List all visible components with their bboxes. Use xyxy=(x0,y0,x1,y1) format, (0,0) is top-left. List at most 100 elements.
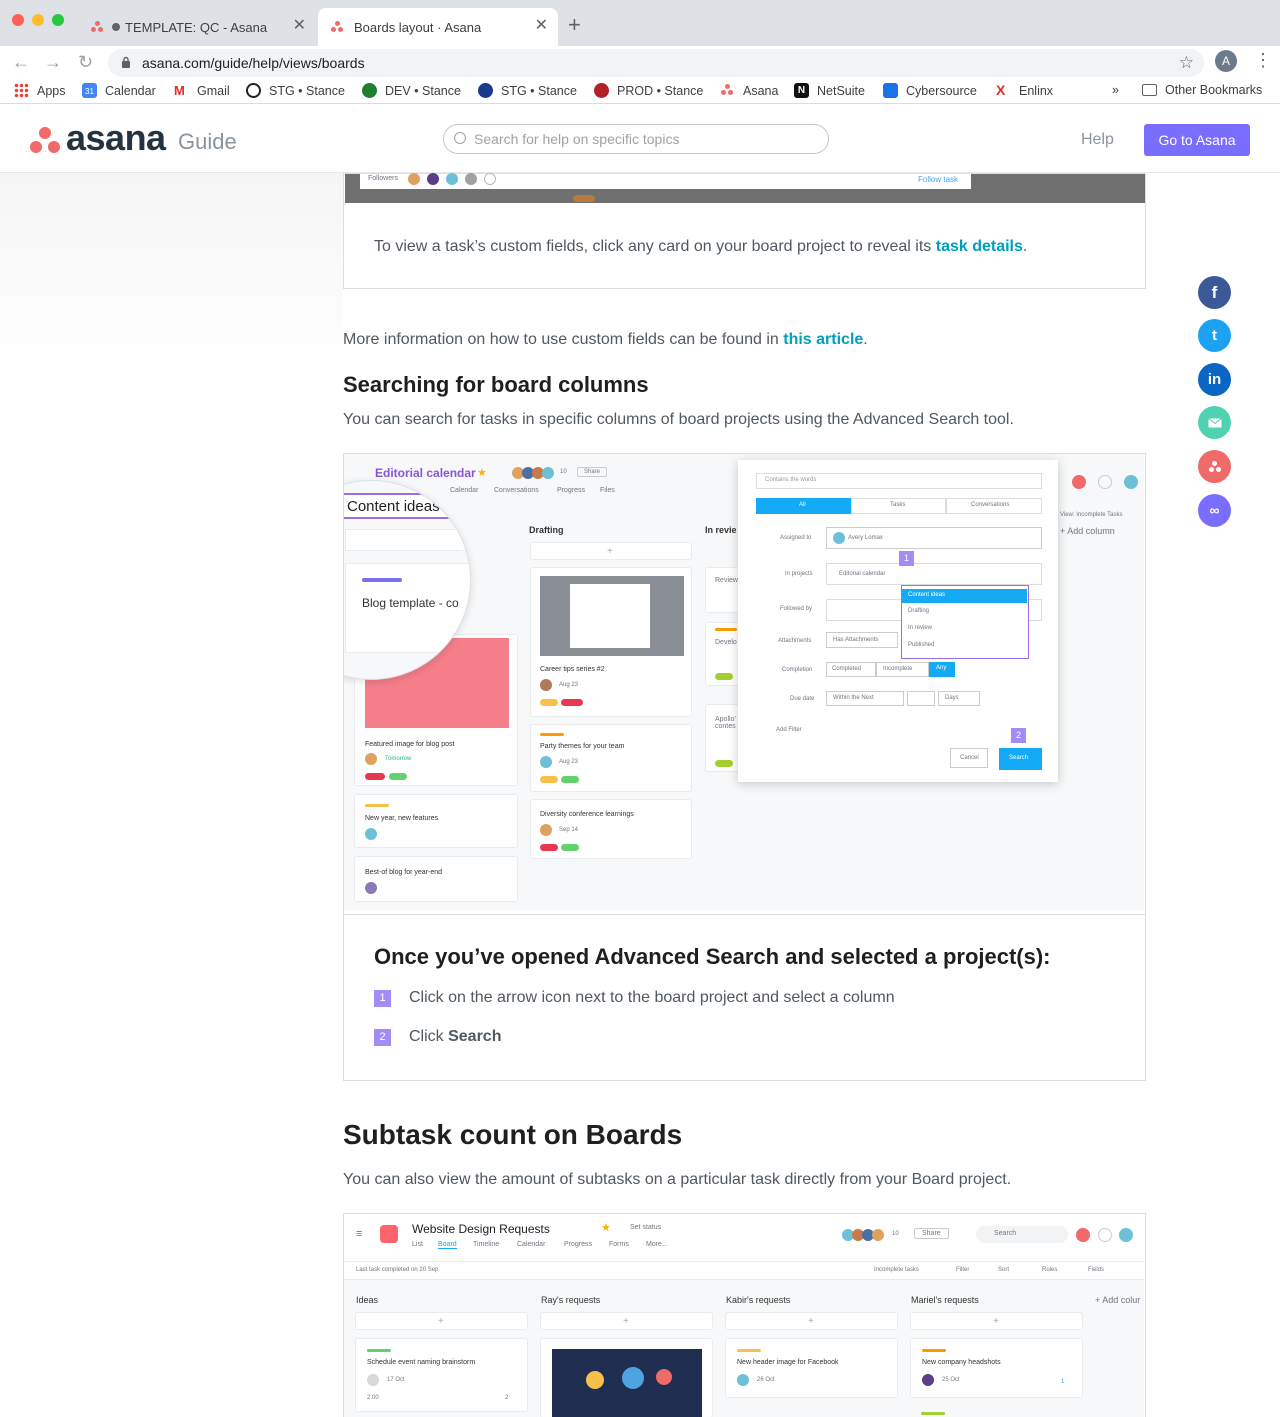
bookmark-star-icon[interactable]: ☆ xyxy=(1179,49,1194,77)
linkedin-share-icon[interactable]: in xyxy=(1198,363,1231,396)
bookmarks-overflow-button[interactable]: » xyxy=(1112,83,1119,97)
rules-button: Rules xyxy=(1042,1267,1058,1273)
sort-button: Sort xyxy=(998,1267,1010,1273)
profile-avatar[interactable]: A xyxy=(1215,50,1237,72)
board-toolbar: Last task completed on 20 Sep Incomplete… xyxy=(344,1262,1144,1280)
task-details-link[interactable]: task details xyxy=(936,238,1023,255)
bookmark-asana[interactable]: Asana xyxy=(720,83,778,98)
card-color-bar xyxy=(540,733,564,736)
add-task-row: + xyxy=(530,542,692,560)
gmail-icon: M xyxy=(174,83,185,98)
url-bar[interactable]: asana.com/guide/help/views/boards ☆ xyxy=(108,49,1204,77)
calendar-icon: 31 xyxy=(82,83,97,98)
email-share-icon[interactable] xyxy=(1198,406,1231,439)
follower-avatar xyxy=(427,173,439,185)
custom-fields-panel: Followers Follow task To view a task’s c… xyxy=(343,173,1146,289)
bookmark-cybersource[interactable]: Cybersource xyxy=(883,83,977,98)
help-link[interactable]: Help xyxy=(1081,131,1114,149)
asana-logo-icon[interactable] xyxy=(30,127,62,155)
share-button: Share xyxy=(577,467,608,477)
back-arrow-icon[interactable]: ← xyxy=(12,52,30,73)
zoom-window-button[interactable] xyxy=(52,14,64,26)
task-card: New company headshots 25 Oct 1 xyxy=(910,1338,1083,1398)
card-color-bar xyxy=(737,1349,761,1352)
asana-icon xyxy=(720,83,735,98)
facebook-share-icon[interactable]: f xyxy=(1198,276,1231,309)
bookmark-enlinx[interactable]: X Enlinx xyxy=(996,83,1053,98)
browser-tab-template-qc[interactable]: TEMPLATE: QC - Asana ✕ xyxy=(80,8,316,46)
bookmark-netsuite[interactable]: N NetSuite xyxy=(794,83,865,98)
assignee-avatar xyxy=(540,756,552,768)
bookmark-stg-stance-2[interactable]: STG • Stance xyxy=(478,83,577,98)
search-section-heading: Searching for board columns xyxy=(343,372,649,397)
project-tab: Files xyxy=(600,487,615,494)
task-title: Party themes for your team xyxy=(540,743,625,750)
forward-arrow-icon[interactable]: → xyxy=(44,52,62,73)
bookmark-stg-stance[interactable]: STG • Stance xyxy=(246,83,345,98)
column-header: Drafting xyxy=(529,525,564,535)
bookmark-calendar[interactable]: 31 Calendar xyxy=(82,83,156,98)
card-cover-image xyxy=(552,1349,702,1417)
lock-icon xyxy=(122,56,130,68)
tag-high xyxy=(540,844,558,851)
go-to-asana-button[interactable]: Go to Asana xyxy=(1144,124,1250,156)
close-tab-icon[interactable]: ✕ xyxy=(535,18,548,34)
tag-med xyxy=(540,699,558,706)
step-text: Click on the arrow icon next to the boar… xyxy=(409,989,895,1006)
close-tab-icon[interactable]: ✕ xyxy=(293,18,306,34)
minimize-window-button[interactable] xyxy=(32,14,44,26)
reload-icon[interactable]: ↻ xyxy=(78,52,93,73)
tag-low xyxy=(715,760,733,767)
favorite-star-icon: ★ xyxy=(477,467,487,479)
bookmarks-bar: Apps 31 Calendar M Gmail STG • Stance DE… xyxy=(0,80,1280,104)
assignee-avatar xyxy=(540,824,552,836)
followers-label: Followers xyxy=(368,175,398,182)
task-title: Diversity conference learnings xyxy=(540,811,634,818)
tag-blog xyxy=(561,844,579,851)
this-article-link[interactable]: this article xyxy=(783,331,863,348)
bookmark-gmail[interactable]: M Gmail xyxy=(174,83,230,98)
tag-blog xyxy=(389,773,407,780)
assignee-avatar xyxy=(365,753,377,765)
board-header: ≡ Website Design Requests Set status ★ L… xyxy=(344,1214,1144,1262)
add-icon xyxy=(1076,1228,1090,1242)
power-icon xyxy=(594,83,609,98)
netsuite-icon: N xyxy=(794,83,809,98)
bookmark-dev-stance[interactable]: DEV • Stance xyxy=(362,83,461,98)
other-bookmarks[interactable]: Other Bookmarks xyxy=(1142,83,1262,97)
project-tab: Progress xyxy=(564,1241,593,1248)
asana-favicon-icon xyxy=(90,20,104,34)
twitter-share-icon[interactable]: t xyxy=(1198,319,1231,352)
close-window-button[interactable] xyxy=(12,14,24,26)
guide-search-input[interactable]: Search for help on specific topics xyxy=(443,124,829,154)
project-tab: Timeline xyxy=(473,1241,500,1248)
add-task-row: + xyxy=(725,1312,898,1330)
tab-title: TEMPLATE: QC - Asana xyxy=(125,19,268,35)
task-title: Featured image for blog post xyxy=(365,741,455,748)
task-date: Aug 23 xyxy=(559,759,579,765)
assignee-avatar xyxy=(367,1374,379,1386)
browser-menu-icon[interactable]: ⋮ xyxy=(1254,50,1272,71)
search-icon xyxy=(454,132,466,144)
task-title: New header image for Facebook xyxy=(737,1359,839,1366)
copy-link-icon[interactable]: ∞ xyxy=(1198,494,1231,527)
add-column-button: + Add column xyxy=(1060,526,1115,536)
step-number: 1 xyxy=(374,990,391,1007)
follow-task-button: Follow task xyxy=(918,175,959,184)
assignee-avatar xyxy=(365,882,377,894)
bookmark-prod-stance[interactable]: PROD • Stance xyxy=(594,83,703,98)
task-title: Best-of blog for year-end xyxy=(365,869,443,876)
search-placeholder: Search for help on specific topics xyxy=(474,131,680,147)
new-tab-button[interactable]: + xyxy=(568,12,581,38)
project-tab: Calendar xyxy=(517,1241,546,1248)
task-title: Career tips series #2 xyxy=(540,666,605,673)
asana-share-icon[interactable] xyxy=(1198,450,1231,483)
panel-divider xyxy=(344,914,1145,915)
guide-wordmark[interactable]: Guide xyxy=(178,129,237,155)
column-header: In revie xyxy=(705,525,737,535)
tag-med xyxy=(540,776,558,783)
bookmark-apps[interactable]: Apps xyxy=(14,83,66,98)
project-icon xyxy=(380,1225,398,1243)
browser-tab-boards-layout[interactable]: Boards layout · Asana ✕ xyxy=(318,8,558,46)
asana-wordmark[interactable]: asana xyxy=(66,117,166,159)
